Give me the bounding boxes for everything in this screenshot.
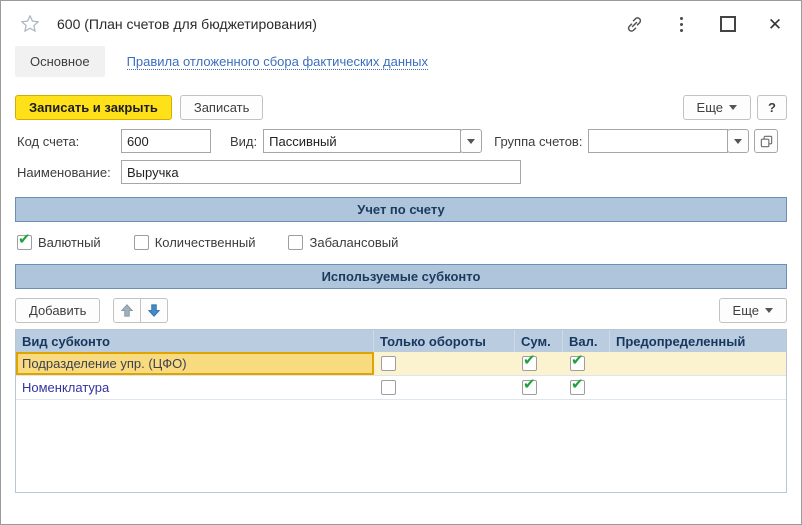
save-button[interactable]: Записать [180, 95, 264, 120]
turnover-only-cell[interactable]: ✔ [374, 352, 515, 375]
deferred-collection-rules-link[interactable]: Правила отложенного сбора фактических да… [127, 54, 428, 70]
checkmark-icon: ✔ [571, 353, 584, 368]
subconto-toolbar: Добавить Еще [15, 298, 787, 323]
group-select-input[interactable] [588, 129, 728, 153]
title-bar: 600 (План счетов для бюджетирования) ✕ [1, 1, 801, 35]
currency-checkbox[interactable]: ✔ [570, 380, 585, 395]
table-row[interactable]: Номенклатура ✔ ✔ ✔ [16, 376, 786, 400]
turnover-only-checkbox[interactable]: ✔ [381, 356, 396, 371]
sum-checkbox[interactable]: ✔ [522, 380, 537, 395]
flag-checkbox[interactable]: ✔ Количественный [134, 235, 256, 250]
favorite-star-icon[interactable] [19, 13, 41, 35]
kind-label: Вид: [230, 134, 257, 149]
more-button[interactable]: Еще [683, 95, 751, 120]
get-link-icon[interactable] [624, 14, 644, 34]
table-body: Подразделение упр. (ЦФО) ✔ ✔ ✔ Номенклат… [16, 352, 786, 400]
checkbox[interactable]: ✔ [134, 235, 149, 250]
turnover-only-cell[interactable]: ✔ [374, 376, 515, 399]
code-input[interactable] [121, 129, 211, 153]
save-and-close-button[interactable]: Записать и закрыть [15, 95, 172, 120]
flag-label: Количественный [155, 235, 256, 250]
subconto-kind-cell[interactable]: Номенклатура [16, 376, 374, 399]
checkbox[interactable]: ✔ [288, 235, 303, 250]
subconto-table: Вид субконтоТолько оборотыСум.Вал.Предоп… [15, 329, 787, 493]
section-account-accounting: Учет по счету [15, 197, 787, 222]
turnover-only-checkbox[interactable]: ✔ [381, 380, 396, 395]
arrow-up-icon [120, 303, 134, 318]
chevron-down-icon [467, 139, 475, 144]
table-row[interactable]: Подразделение упр. (ЦФО) ✔ ✔ ✔ [16, 352, 786, 376]
column-header[interactable]: Вал. [563, 330, 610, 352]
form-row-1: Код счета: Вид: Группа счетов: [17, 129, 787, 153]
move-up-button[interactable] [114, 299, 140, 322]
flag-checkbox[interactable]: ✔ Забалансовый [288, 235, 398, 250]
move-buttons [113, 298, 168, 323]
window-menu-icon[interactable] [671, 14, 691, 34]
predefined-cell [610, 352, 786, 375]
open-form-icon [759, 134, 774, 149]
group-label: Группа счетов: [494, 134, 582, 149]
add-button[interactable]: Добавить [15, 298, 100, 323]
tab-main[interactable]: Основное [15, 46, 105, 77]
column-header[interactable]: Вид субконто [16, 330, 374, 352]
checkbox[interactable]: ✔ [17, 235, 32, 250]
table-header-row: Вид субконтоТолько оборотыСум.Вал.Предоп… [16, 330, 786, 352]
flag-label: Забалансовый [309, 235, 398, 250]
kind-dropdown-button[interactable] [460, 129, 482, 153]
sum-checkbox[interactable]: ✔ [522, 356, 537, 371]
subconto-more-button[interactable]: Еще [719, 298, 787, 323]
chevron-down-icon [765, 308, 773, 313]
maximize-icon[interactable] [718, 14, 738, 34]
account-edit-window: 600 (План счетов для бюджетирования) ✕ О… [0, 0, 802, 525]
subconto-more-label: Еще [733, 303, 759, 318]
name-label: Наименование: [17, 165, 121, 180]
checkmark-icon: ✔ [18, 232, 31, 247]
currency-cell[interactable]: ✔ [563, 376, 610, 399]
more-button-label: Еще [697, 100, 723, 115]
currency-checkbox[interactable]: ✔ [570, 356, 585, 371]
group-dropdown-button[interactable] [727, 129, 749, 153]
form-row-2: Наименование: [17, 160, 787, 184]
sum-cell[interactable]: ✔ [515, 376, 563, 399]
name-input[interactable] [121, 160, 521, 184]
checkmark-icon: ✔ [571, 377, 584, 392]
flag-checkbox[interactable]: ✔ Валютный [17, 235, 101, 250]
code-label: Код счета: [17, 134, 121, 149]
group-open-button[interactable] [754, 129, 778, 153]
flag-label: Валютный [38, 235, 101, 250]
column-header[interactable]: Предопределенный [610, 330, 786, 352]
column-header[interactable]: Только обороты [374, 330, 515, 352]
close-icon[interactable]: ✕ [765, 14, 785, 34]
section-used-subconto: Используемые субконто [15, 264, 787, 289]
checkmark-icon: ✔ [523, 353, 536, 368]
account-flags: ✔ Валютный ✔ Количественный ✔ Забалансов… [17, 232, 787, 252]
checkmark-icon: ✔ [523, 377, 536, 392]
help-button[interactable]: ? [757, 95, 787, 120]
predefined-cell [610, 376, 786, 399]
sum-cell[interactable]: ✔ [515, 352, 563, 375]
chevron-down-icon [734, 139, 742, 144]
arrow-down-icon [147, 303, 161, 318]
nav-tabs: Основное Правила отложенного сбора факти… [15, 45, 801, 78]
currency-cell[interactable]: ✔ [563, 352, 610, 375]
command-bar: Записать и закрыть Записать Еще ? [15, 95, 787, 120]
kind-select-input[interactable] [263, 129, 461, 153]
window-title: 600 (План счетов для бюджетирования) [57, 16, 317, 32]
column-header[interactable]: Сум. [515, 330, 563, 352]
move-down-button[interactable] [140, 299, 167, 322]
chevron-down-icon [729, 105, 737, 110]
subconto-kind-cell[interactable]: Подразделение упр. (ЦФО) [16, 352, 374, 375]
